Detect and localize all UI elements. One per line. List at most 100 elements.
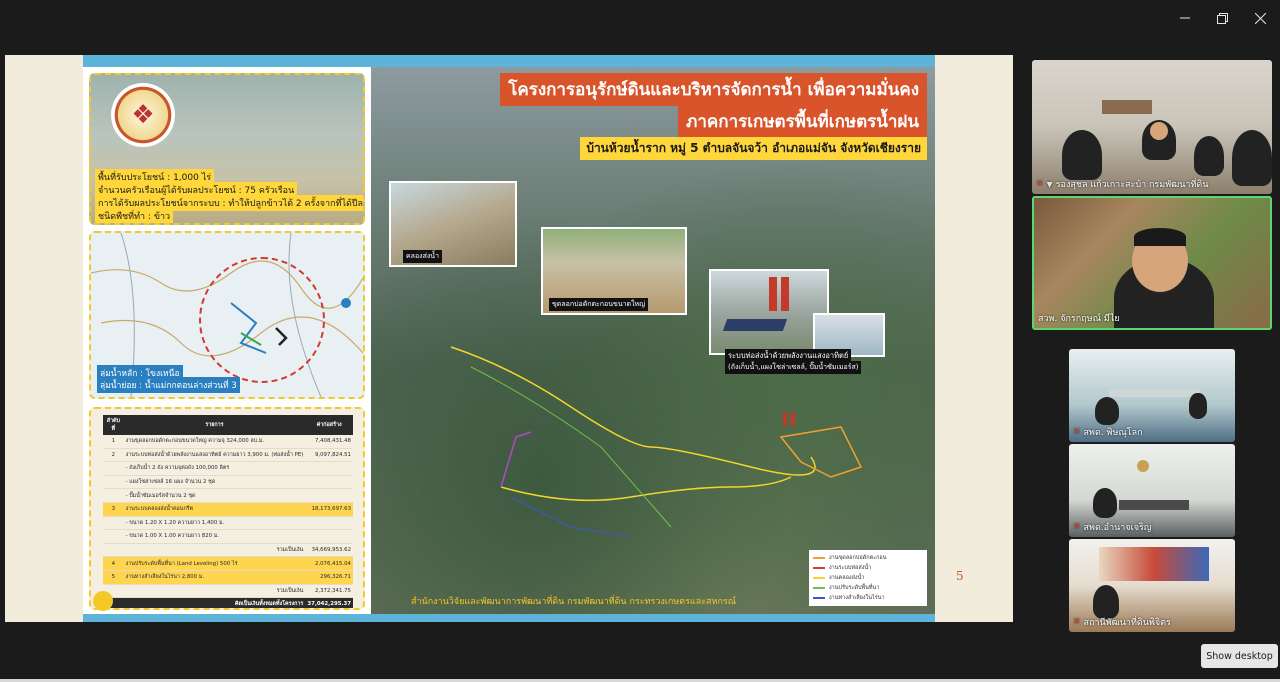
- table-cell-cost: 34,669,953.62: [305, 543, 353, 558]
- meeting-table: [1102, 100, 1152, 114]
- table-cell-no: 5: [103, 570, 124, 585]
- table-cell-item: งานระบบคลองส่งน้ำคอนกรีต: [123, 502, 306, 517]
- ldd-logo-icon: ❖: [111, 83, 175, 147]
- table-cell-item: - ปั๊มน้ำซัมเมอร์สจำนวน 2 ชุด: [123, 488, 306, 503]
- budget-table-panel: ลำดับที่ รายการ ค่าก่อสร้าง 1 งานขุดลอกบ่…: [89, 407, 365, 610]
- mic-off-icon: ✕: [1073, 522, 1081, 532]
- participant-tile-speaking[interactable]: สวพ. จักรกฤษณ์ มีไย: [1032, 196, 1272, 330]
- legend-item: งานระบบท่อส่งน้ำ: [813, 563, 923, 573]
- ldd-footer-logo-icon: [93, 591, 113, 611]
- table-cell-item: งานระบบท่อส่งน้ำด้วยพลังงานแสงอาทิตย์ คว…: [123, 448, 306, 463]
- emblem-icon: [1137, 460, 1149, 472]
- participant-figure: [1095, 397, 1119, 425]
- table-cell-no: [103, 543, 124, 558]
- table-row: - ขนาด 1.20 X 1.20 ความยาว 1,400 ม.: [103, 516, 353, 531]
- solar-photo: [709, 269, 829, 355]
- participant-tile[interactable]: ✕ สพด. พิษณุโลก: [1069, 349, 1235, 442]
- participant-label: ✕ ▼ รองสุชล แก้วเกาะสะบ้า กรมพัฒนาที่ดิน: [1036, 177, 1208, 191]
- solar-panel-shape: [722, 319, 788, 331]
- col-no: ลำดับที่: [103, 415, 124, 435]
- table-cell-item: งานขุดลอกบ่อดักตะกอนขนาดใหญ่ ความจุ 324,…: [123, 435, 306, 449]
- table-row: 1 งานขุดลอกบ่อดักตะกอนขนาดใหญ่ ความจุ 324…: [103, 435, 353, 449]
- legend-label: งานคลองส่งน้ำ: [829, 575, 865, 581]
- table-cell-no: 3: [103, 502, 124, 517]
- table-cell-cost: [305, 516, 353, 531]
- table-cell-cost: 2,076,415.04: [305, 556, 353, 571]
- participant-name: สพด.อำนาจเจริญ: [1083, 523, 1152, 533]
- slide-top-bar: [83, 55, 935, 67]
- participant-figure: [1194, 136, 1224, 176]
- table-cell-item: - ถังเก็บน้ำ 2 ถัง ความจุต่อถัง 100,000 …: [123, 461, 306, 476]
- table-row: - ถังเก็บน้ำ 2 ถัง ความจุต่อถัง 100,000 …: [103, 461, 353, 476]
- restore-button[interactable]: [1210, 6, 1234, 30]
- participant-face: [1150, 122, 1168, 140]
- participant-name: สวพ. จักรกฤษณ์ มีไย: [1038, 314, 1120, 324]
- table-row: 2 งานระบบท่อส่งน้ำด้วยพลังงานแสงอาทิตย์ ค…: [103, 448, 353, 463]
- shared-screen: ❖ พื้นที่รับประโยชน์ : 1,000 ไร่ จำนวนคร…: [5, 55, 1013, 622]
- info-crop: ชนิดพืชที่ทำ : ข้าว: [95, 208, 174, 223]
- participant-tile[interactable]: ✕ สพด.อำนาจเจริญ: [1069, 444, 1235, 537]
- table-cell-item: - ขนาด 1.20 X 1.20 ความยาว 1,400 ม.: [123, 516, 306, 531]
- table-cell-no: 2: [103, 448, 124, 463]
- table-cell-no: [103, 488, 124, 503]
- water-tank-shape: [781, 277, 789, 311]
- pond-caption: ขุดลอกบ่อดักตะกอนขนาดใหญ่: [549, 298, 649, 311]
- slide-subtitle: บ้านห้วยน้ำราก หมู่ 5 ตำบลจันจว้า อำเภอแ…: [580, 137, 927, 160]
- table-row: 3 งานระบบคลองส่งน้ำคอนกรีต 18,173,697.63: [103, 502, 353, 517]
- budget-table: ลำดับที่ รายการ ค่าก่อสร้าง 1 งานขุดลอกบ่…: [103, 415, 353, 608]
- table-row: รวมเป็นเงิน 34,669,953.62: [103, 543, 353, 558]
- minimize-button[interactable]: [1173, 6, 1197, 30]
- table-cell-cost: 9,097,824.51: [305, 448, 353, 463]
- table-row: 4 งานปรับระดับพื้นที่นา (Land Leveling) 5…: [103, 556, 353, 571]
- mic-off-icon: ✕: [1036, 179, 1044, 189]
- table-cell-cost: [305, 529, 353, 544]
- meeting-window: ❖ พื้นที่รับประโยชน์ : 1,000 ไร่ จำนวนคร…: [0, 0, 1280, 682]
- meeting-table: [1109, 389, 1199, 397]
- table-cell-item: งานทางลำเลียงในไร่นา 2,800 ม.: [123, 570, 306, 585]
- mic-off-icon: ✕: [1073, 617, 1081, 627]
- participant-tile[interactable]: ✕ สถานีพัฒนาที่ดินพิจิตร: [1069, 539, 1235, 632]
- table-cell-cost: [305, 475, 353, 490]
- participant-figure: [1062, 130, 1102, 180]
- participant-figure: [1093, 585, 1119, 619]
- table-cell-no: [103, 461, 124, 476]
- legend-label: งานขุดลอกบ่อดักตะกอน: [829, 555, 887, 561]
- table-row: 5 งานทางลำเลียงในไร่นา 2,800 ม. 296,326.71: [103, 570, 353, 585]
- table-cell-cost: 18,173,697.63: [305, 502, 353, 517]
- project-area-circle: [199, 257, 325, 383]
- wall-banner: [1099, 547, 1209, 581]
- legend-swatch: [813, 557, 825, 559]
- table-cell-no: [103, 516, 124, 531]
- canal-photo: คลองส่งน้ำ: [389, 181, 517, 267]
- show-desktop-button[interactable]: Show desktop: [1201, 644, 1278, 668]
- table-cell-cost: [305, 461, 353, 476]
- reservoir-photo-panel: ❖ พื้นที่รับประโยชน์ : 1,000 ไร่ จำนวนคร…: [89, 73, 365, 225]
- slide-page-number: 5: [956, 569, 964, 583]
- table-cell-no: 4: [103, 556, 124, 571]
- participant-tile[interactable]: ✕ ▼ รองสุชล แก้วเกาะสะบ้า กรมพัฒนาที่ดิน: [1032, 60, 1272, 194]
- participant-figure: [1093, 488, 1117, 518]
- participant-name: รองสุชล แก้วเกาะสะบ้า กรมพัฒนาที่ดิน: [1055, 180, 1209, 190]
- solar-caption-sub: (ถังเก็บน้ำ,แผงโซล่าเซลล์, ปั๊มน้ำซัมเมอ…: [725, 361, 862, 374]
- table-row: - แผงโซล่าเซลล์ 16 แผง จำนวน 2 ชุด: [103, 475, 353, 490]
- table-cell-cost: 7,408,431.48: [305, 435, 353, 449]
- table-cell-item: รวมเป็นเงิน: [123, 543, 306, 558]
- slide-footer: สำนักงานวิจัยและพัฒนาการพัฒนาที่ดิน กรมพ…: [83, 588, 935, 614]
- participant-label: ✕ สถานีพัฒนาที่ดินพิจิตร: [1073, 615, 1171, 629]
- aerial-map: โครงการอนุรักษ์ดินและบริหารจัดการน้ำ เพื…: [371, 67, 935, 614]
- table-cell-item: งานปรับระดับพื้นที่นา (Land Leveling) 50…: [123, 556, 306, 571]
- participant-figure: [1232, 130, 1272, 186]
- slide-title-line2: ภาคการเกษตรพื้นที่เกษตรน้ำฝน: [678, 105, 927, 138]
- table-header-row: ลำดับที่ รายการ ค่าก่อสร้าง: [103, 415, 353, 435]
- water-tank-shape: [769, 277, 777, 311]
- close-button[interactable]: [1248, 6, 1272, 30]
- slide-bottom-bar: [83, 614, 935, 622]
- col-item: รายการ: [123, 415, 306, 435]
- budget-table-body: 1 งานขุดลอกบ่อดักตะกอนขนาดใหญ่ ความจุ 324…: [103, 435, 353, 608]
- slide-content: ❖ พื้นที่รับประโยชน์ : 1,000 ไร่ จำนวนคร…: [83, 55, 935, 622]
- table-cell-no: [103, 475, 124, 490]
- meeting-table: [1119, 500, 1189, 510]
- table-cell-cost: [305, 488, 353, 503]
- table-row: - ปั๊มน้ำซัมเมอร์สจำนวน 2 ชุด: [103, 488, 353, 503]
- slide-left-column: ❖ พื้นที่รับประโยชน์ : 1,000 ไร่ จำนวนคร…: [83, 67, 371, 614]
